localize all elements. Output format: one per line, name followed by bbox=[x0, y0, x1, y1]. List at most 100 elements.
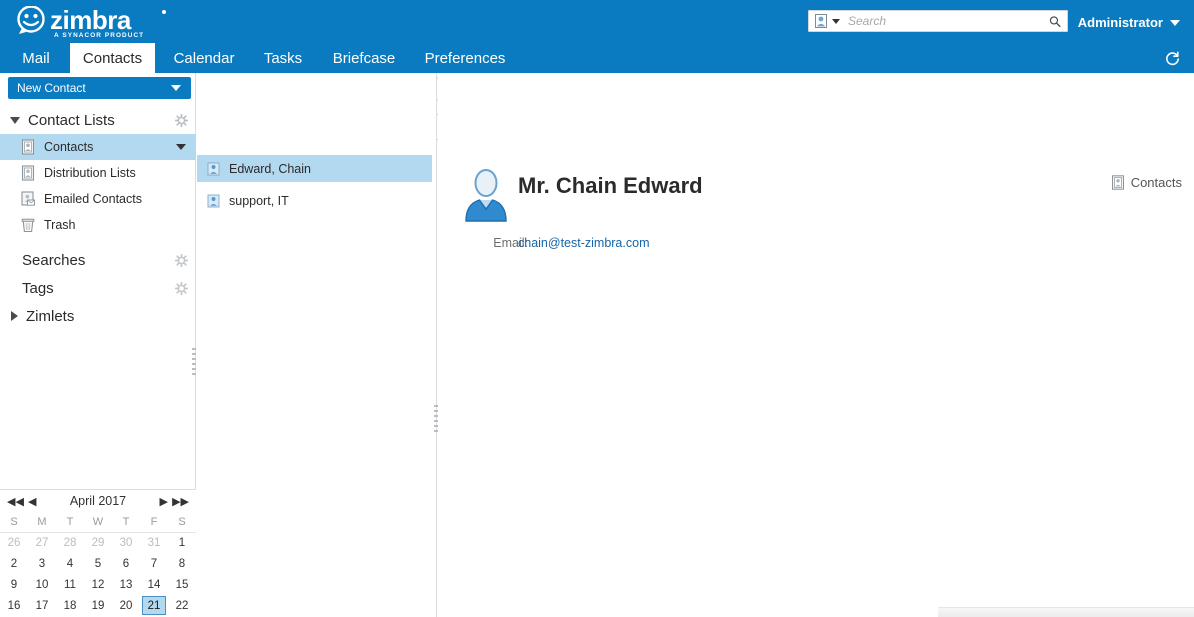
calendar-day[interactable]: 20 bbox=[112, 595, 140, 616]
calendar-day[interactable]: 27 bbox=[28, 532, 56, 553]
calendar-day[interactable]: 22 bbox=[168, 595, 196, 616]
calendar-day[interactable]: 1 bbox=[168, 532, 196, 553]
list-item-label: Edward, Chain bbox=[229, 161, 311, 176]
zimbra-webmail-window: zimbra A SYNACOR PRODUCT A bbox=[0, 0, 1194, 617]
calendar-day[interactable]: 11 bbox=[56, 574, 84, 595]
tab-calendar[interactable]: Calendar bbox=[163, 43, 245, 73]
calendar-day[interactable]: 26 bbox=[0, 532, 28, 553]
sidebar-item-label: Emailed Contacts bbox=[44, 192, 142, 206]
sidebar-item-searches[interactable]: Searches bbox=[0, 246, 196, 274]
contact-icon bbox=[207, 194, 220, 207]
sidebar-item-distribution-lists[interactable]: Distribution Lists bbox=[0, 160, 196, 186]
calendar-day-today-label: 21 bbox=[142, 596, 166, 615]
chevron-down-icon[interactable] bbox=[171, 85, 181, 91]
new-contact-button[interactable]: New Contact bbox=[8, 77, 191, 99]
tab-tasks[interactable]: Tasks bbox=[255, 43, 311, 73]
mini-calendar-header: ◀◀ ◀ April 2017 ▶ ▶▶ bbox=[0, 490, 196, 512]
search-button[interactable] bbox=[1043, 11, 1067, 31]
calendar-day[interactable]: 3 bbox=[28, 553, 56, 574]
mini-calendar-grid: S M T W T F S 26 27 28 29 30 31 1 2 3 4 … bbox=[0, 512, 196, 616]
gear-icon[interactable] bbox=[175, 282, 188, 295]
refresh-button[interactable] bbox=[1160, 47, 1184, 69]
calendar-day[interactable]: 19 bbox=[84, 595, 112, 616]
calendar-day[interactable]: 13 bbox=[112, 574, 140, 595]
account-name: Administrator bbox=[1077, 14, 1163, 30]
sidebar-item-emailed-contacts[interactable]: Emailed Contacts bbox=[0, 186, 196, 212]
tab-contacts[interactable]: Contacts bbox=[70, 43, 155, 73]
calendar-day[interactable]: 18 bbox=[56, 595, 84, 616]
calendar-day[interactable]: 17 bbox=[28, 595, 56, 616]
calendar-day[interactable]: 4 bbox=[56, 553, 84, 574]
tab-briefcase[interactable]: Briefcase bbox=[321, 43, 407, 73]
weekday-label: F bbox=[140, 512, 168, 533]
refresh-icon bbox=[1165, 50, 1179, 65]
next-month-button[interactable]: ▶ bbox=[160, 495, 168, 508]
contact-lists-label: Contact Lists bbox=[28, 111, 115, 129]
searches-label: Searches bbox=[22, 251, 86, 269]
prev-year-button[interactable]: ◀◀ bbox=[7, 495, 24, 508]
contacts-folder-icon bbox=[1111, 175, 1124, 190]
calendar-day[interactable]: 15 bbox=[168, 574, 196, 595]
tab-mail[interactable]: Mail bbox=[14, 43, 58, 73]
trash-icon bbox=[21, 218, 35, 233]
calendar-day[interactable]: 6 bbox=[112, 553, 140, 574]
calendar-day-today[interactable]: 21 bbox=[140, 595, 168, 616]
splitter-grip bbox=[192, 348, 196, 378]
list-item[interactable]: support, IT bbox=[197, 187, 432, 214]
list-item[interactable]: Edward, Chain bbox=[197, 155, 432, 182]
calendar-day[interactable]: 5 bbox=[84, 553, 112, 574]
calendar-day[interactable]: 28 bbox=[56, 532, 84, 553]
triangle-down-icon bbox=[10, 116, 20, 124]
contact-list-panel: Edward, Chain support, IT bbox=[197, 73, 437, 617]
calendar-day[interactable]: 14 bbox=[140, 574, 168, 595]
search-input[interactable] bbox=[848, 14, 1043, 28]
calendar-day[interactable]: 2 bbox=[0, 553, 28, 574]
sidebar-item-trash[interactable]: Trash bbox=[0, 212, 196, 238]
calendar-day[interactable]: 8 bbox=[168, 553, 196, 574]
calendar-day[interactable]: 30 bbox=[112, 532, 140, 553]
search-type-chevron-icon[interactable] bbox=[832, 18, 840, 24]
contact-folder-link[interactable]: Contacts bbox=[1111, 175, 1182, 190]
top-header-bar: zimbra A SYNACOR PRODUCT A bbox=[0, 0, 1194, 43]
emailed-contacts-icon bbox=[21, 191, 35, 206]
calendar-day[interactable]: 10 bbox=[28, 574, 56, 595]
folder-menu-chevron-icon[interactable] bbox=[176, 144, 186, 150]
sidebar-item-label: Contacts bbox=[44, 140, 94, 154]
list-item-label: support, IT bbox=[229, 193, 289, 208]
weekday-label: T bbox=[112, 512, 140, 533]
new-contact-label: New Contact bbox=[17, 81, 86, 95]
prev-month-button[interactable]: ◀ bbox=[28, 495, 36, 508]
sidebar: New Contact Contact Lists Contacts Distr… bbox=[0, 73, 196, 617]
zimlets-label: Zimlets bbox=[26, 307, 75, 325]
sidebar-item-contacts[interactable]: Contacts bbox=[0, 134, 196, 160]
field-value-email[interactable]: chain@test-zimbra.com bbox=[518, 236, 649, 250]
tab-preferences[interactable]: Preferences bbox=[415, 43, 515, 73]
contact-folder-label: Contacts bbox=[1130, 175, 1182, 190]
calendar-week-row: 2 3 4 5 6 7 8 bbox=[0, 553, 196, 574]
contact-name: Mr. Chain Edward bbox=[518, 173, 703, 198]
gear-icon[interactable] bbox=[175, 113, 188, 127]
contact-search-icon[interactable] bbox=[813, 13, 829, 29]
gear-icon[interactable] bbox=[175, 254, 188, 267]
mini-calendar-title: April 2017 bbox=[69, 494, 127, 508]
next-year-button[interactable]: ▶▶ bbox=[172, 495, 189, 508]
contacts-folder-icon bbox=[21, 139, 35, 155]
horizontal-scrollbar[interactable] bbox=[938, 607, 1194, 617]
account-menu[interactable]: Administrator bbox=[1078, 12, 1180, 32]
search-bar[interactable] bbox=[808, 10, 1068, 32]
sidebar-item-tags[interactable]: Tags bbox=[0, 274, 196, 302]
zimbra-logo[interactable]: zimbra A SYNACOR PRODUCT bbox=[14, 6, 274, 40]
calendar-week-row: 26 27 28 29 30 31 1 bbox=[0, 532, 196, 553]
calendar-day[interactable]: 12 bbox=[84, 574, 112, 595]
weekday-label: S bbox=[168, 512, 196, 533]
calendar-day[interactable]: 29 bbox=[84, 532, 112, 553]
calendar-day[interactable]: 31 bbox=[140, 532, 168, 553]
contact-avatar-icon bbox=[465, 169, 507, 222]
weekday-label: T bbox=[56, 512, 84, 533]
tags-label: Tags bbox=[22, 279, 54, 297]
calendar-day[interactable]: 7 bbox=[140, 553, 168, 574]
calendar-day[interactable]: 9 bbox=[0, 574, 28, 595]
calendar-day[interactable]: 16 bbox=[0, 595, 28, 616]
contact-lists-header[interactable]: Contact Lists bbox=[0, 107, 196, 133]
sidebar-item-zimlets[interactable]: Zimlets bbox=[0, 303, 196, 329]
